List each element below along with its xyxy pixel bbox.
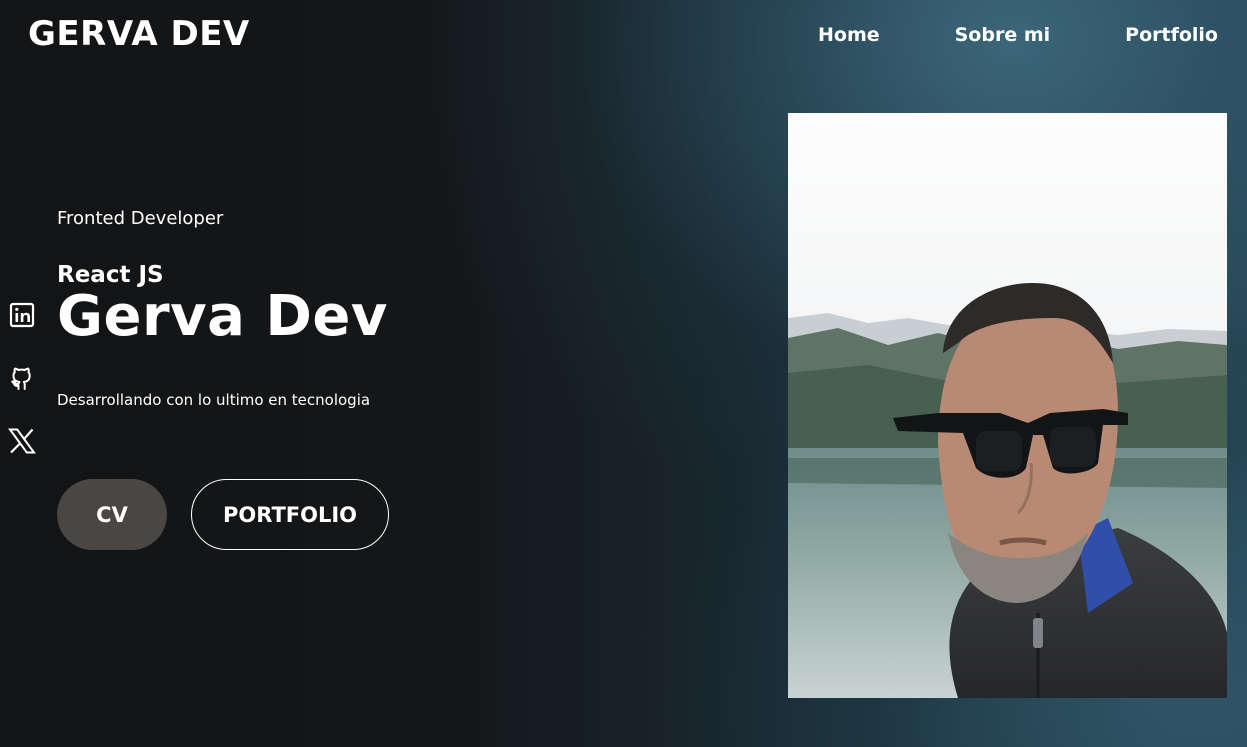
nav-link-home[interactable]: Home — [818, 24, 880, 46]
brand-logo[interactable]: GERVA DEV — [28, 14, 250, 54]
portfolio-button[interactable]: PORTFOLIO — [191, 479, 389, 550]
hero-tagline: Desarrollando con lo ultimo en tecnologi… — [57, 390, 371, 409]
cv-button[interactable]: CV — [57, 479, 167, 550]
github-icon[interactable] — [8, 363, 36, 393]
nav-link-portfolio[interactable]: Portfolio — [1125, 24, 1218, 46]
profile-photo — [788, 113, 1227, 698]
hero-name: Gerva Dev — [57, 284, 388, 349]
linkedin-icon[interactable] — [8, 300, 36, 330]
main-nav: Home Sobre mi Portfolio — [818, 24, 1218, 46]
hero-subtitle: Fronted Developer — [57, 208, 224, 229]
nav-link-sobre-mi[interactable]: Sobre mi — [955, 24, 1051, 46]
social-links — [8, 300, 36, 456]
x-icon[interactable] — [8, 426, 36, 456]
hero-buttons: CV PORTFOLIO — [57, 479, 389, 550]
hero-section: Fronted Developer React JS Gerva Dev Des… — [57, 208, 388, 409]
